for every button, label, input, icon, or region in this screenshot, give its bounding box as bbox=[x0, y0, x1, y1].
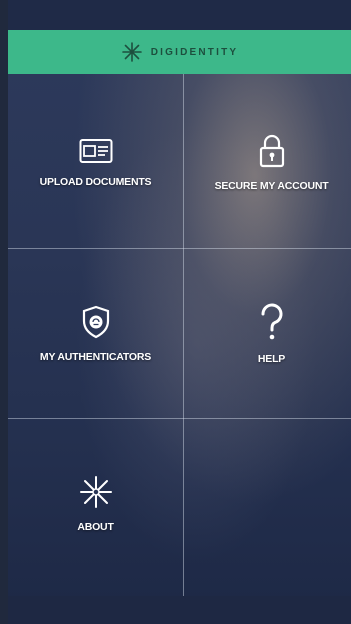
digidentity-logo-icon bbox=[121, 42, 142, 62]
my-authenticators-tile[interactable]: MY AUTHENTICATORS bbox=[8, 249, 183, 419]
help-tile[interactable]: HELP bbox=[184, 249, 351, 419]
about-tile[interactable]: ABOUT bbox=[8, 419, 183, 589]
secure-my-account-label: SECURE MY ACCOUNT bbox=[214, 180, 329, 192]
question-mark-icon bbox=[261, 303, 282, 340]
brand-name: DIGIDENTITY bbox=[150, 46, 239, 58]
status-bar bbox=[8, 0, 351, 30]
id-card-icon bbox=[79, 139, 112, 163]
bottom-bar bbox=[8, 596, 351, 624]
device-frame: DIGIDENTITY UPLOAD DOCUMENTS SECURE MY A… bbox=[0, 0, 351, 624]
help-label: HELP bbox=[257, 353, 286, 365]
secure-my-account-tile[interactable]: SECURE MY ACCOUNT bbox=[184, 78, 351, 248]
upload-documents-label: UPLOAD DOCUMENTS bbox=[39, 176, 152, 188]
padlock-icon bbox=[259, 134, 284, 168]
upload-documents-tile[interactable]: UPLOAD DOCUMENTS bbox=[8, 78, 183, 248]
about-label: ABOUT bbox=[77, 521, 114, 533]
app-screen: DIGIDENTITY UPLOAD DOCUMENTS SECURE MY A… bbox=[8, 0, 351, 624]
shield-icon bbox=[82, 305, 109, 339]
my-authenticators-label: MY AUTHENTICATORS bbox=[39, 351, 152, 363]
digidentity-logo-icon bbox=[79, 476, 112, 508]
brand-header: DIGIDENTITY bbox=[8, 30, 351, 74]
